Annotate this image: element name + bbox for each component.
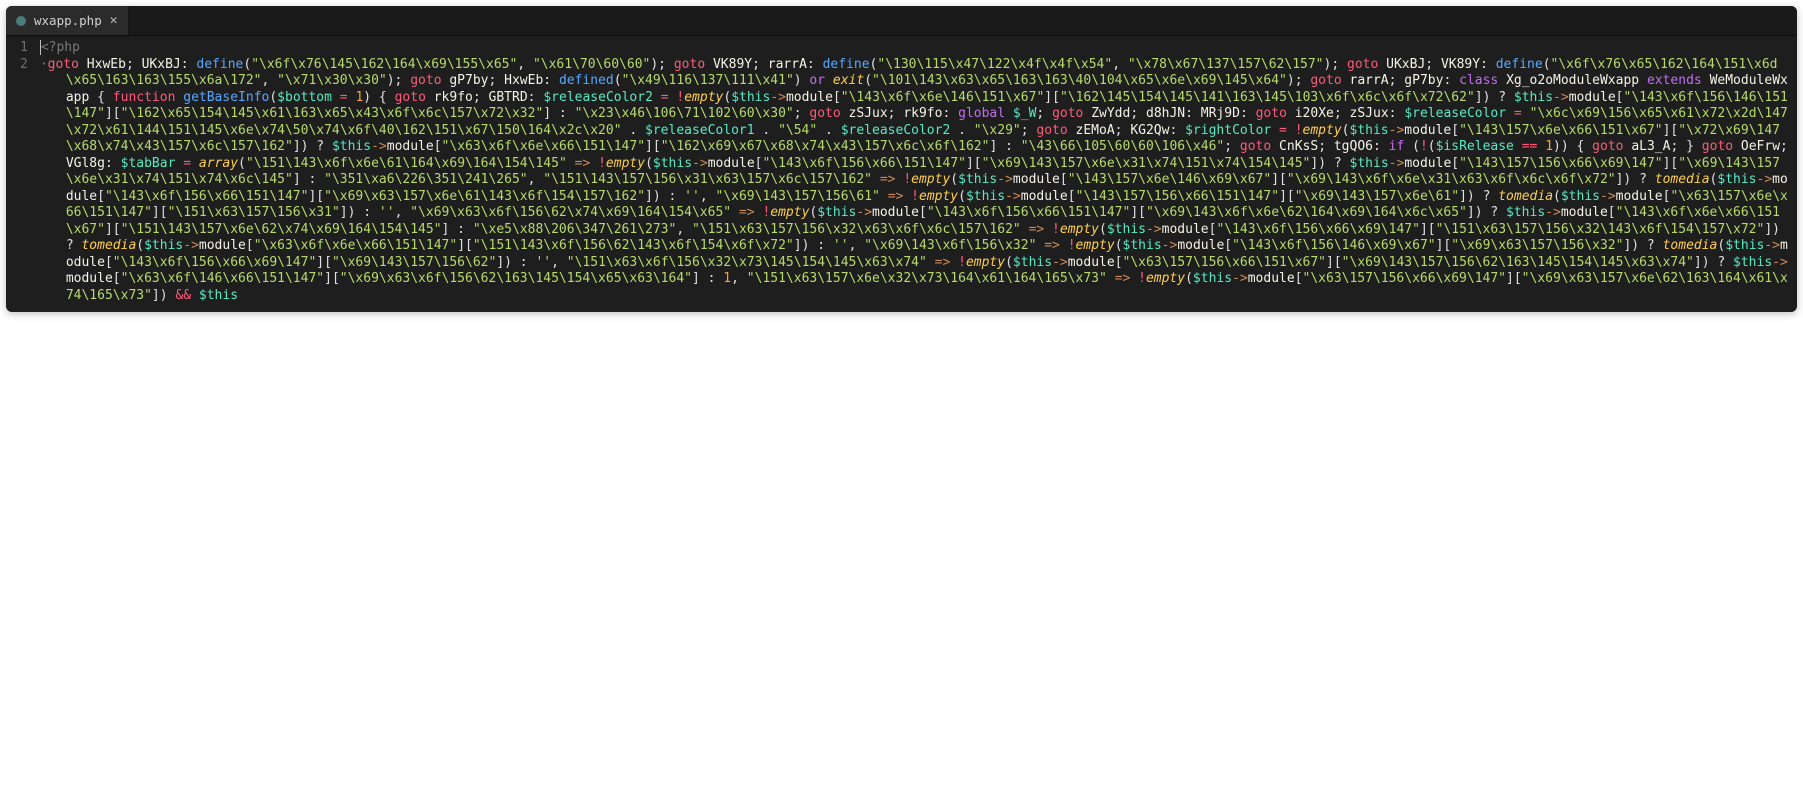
close-icon[interactable]: ✕	[110, 13, 118, 28]
editor-window: wxapp.php ✕ 1 2 <?php·goto HxwEb; UKxBJ:…	[6, 6, 1797, 312]
tab-bar: wxapp.php ✕	[6, 6, 1797, 36]
tab-filename: wxapp.php	[34, 13, 102, 28]
code-line-1: <?php	[40, 40, 1789, 57]
gutter: 1 2	[6, 40, 40, 304]
php-icon	[16, 16, 26, 26]
code-line-2: ·goto HxwEb; UKxBJ: define("\x6f\x76\145…	[40, 57, 1789, 305]
code-content[interactable]: <?php·goto HxwEb; UKxBJ: define("\x6f\x7…	[40, 40, 1797, 304]
line-number-1: 1	[20, 40, 28, 57]
tab-wxapp[interactable]: wxapp.php ✕	[6, 6, 129, 35]
code-area[interactable]: 1 2 <?php·goto HxwEb; UKxBJ: define("\x6…	[6, 36, 1797, 312]
line-number-2: 2	[20, 57, 28, 74]
